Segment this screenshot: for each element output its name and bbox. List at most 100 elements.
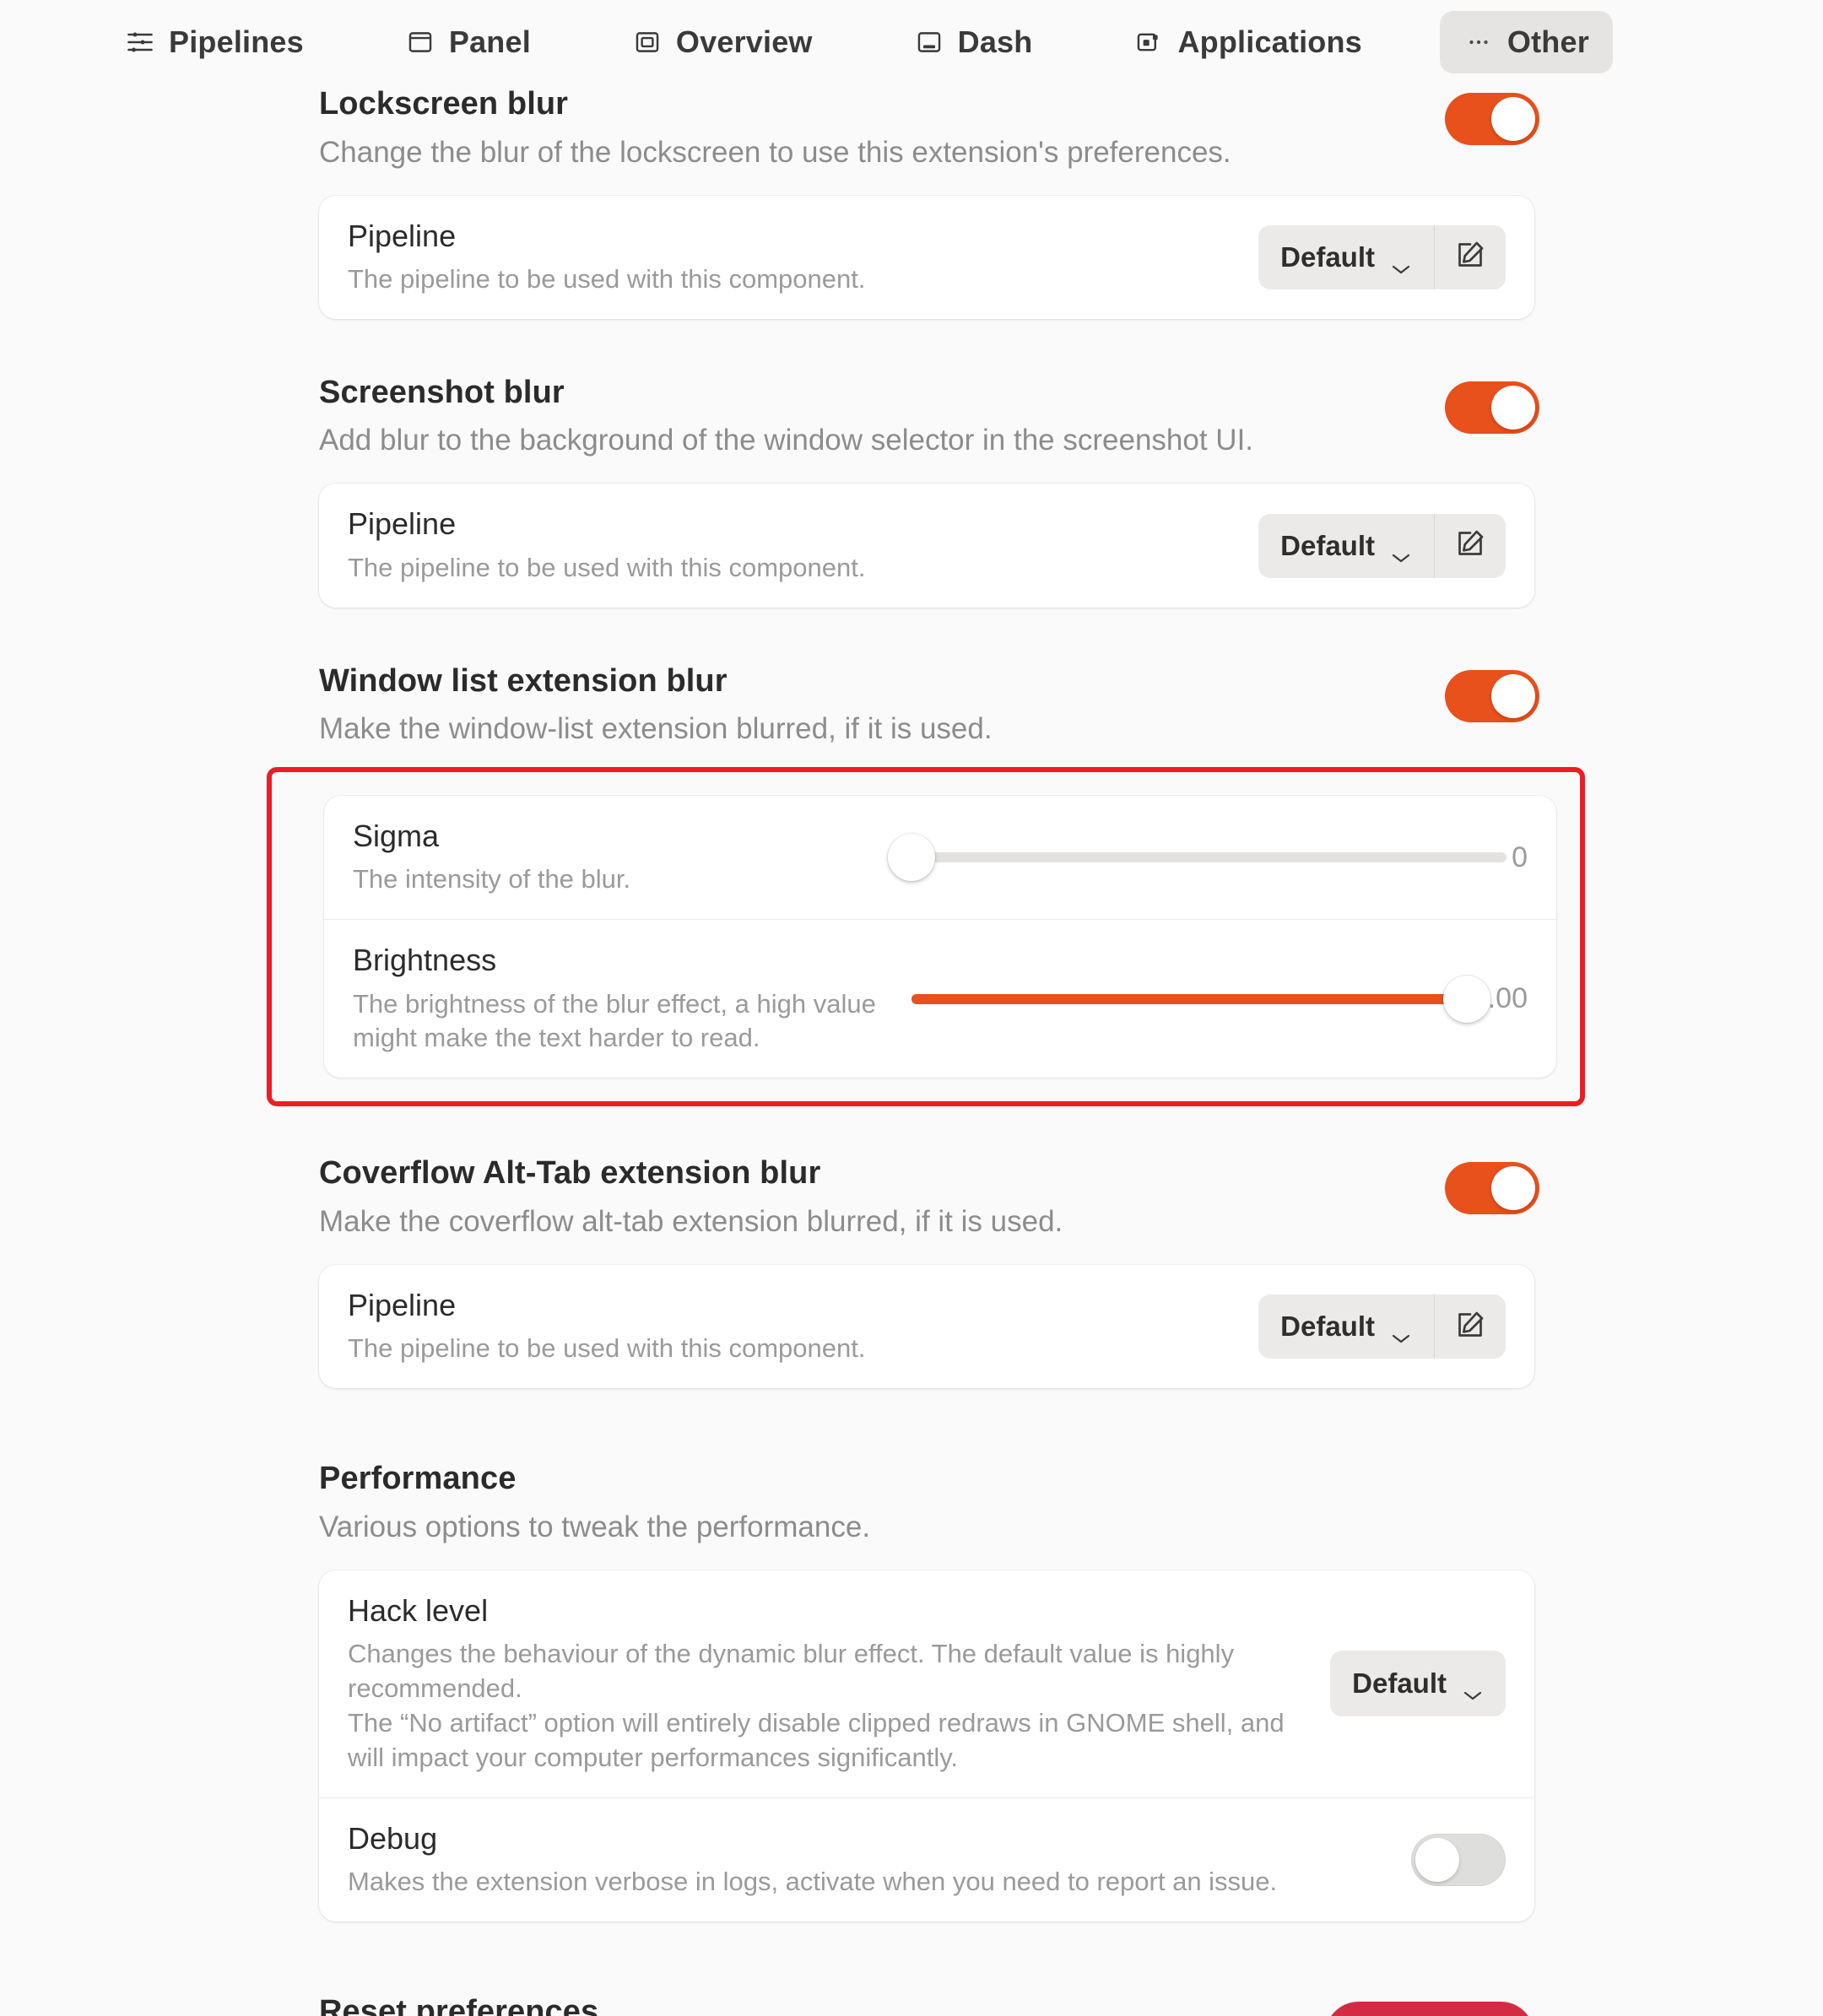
sigma-slider-thumb[interactable] — [888, 834, 935, 882]
dash-icon — [914, 27, 944, 57]
sigma-title: Sigma — [353, 819, 440, 854]
lockscreen-title: Lockscreen blur — [319, 86, 569, 122]
coverflow-title: Coverflow Alt-Tab extension blur — [319, 1155, 821, 1192]
lockscreen-subtitle: Change the blur of the lockscreen to use… — [319, 135, 1231, 169]
brightness-row: Brightness The brightness of the blur ef… — [324, 919, 1556, 1078]
lockscreen-header: Lockscreen blur Change the blur of the l… — [319, 84, 1539, 170]
tab-overview[interactable]: Overview — [609, 11, 836, 73]
screenshot-pipeline-dropdown[interactable]: Default — [1258, 514, 1434, 578]
hack-level-subtitle: Changes the behaviour of the dynamic blu… — [348, 1639, 1285, 1772]
sliders-icon — [125, 27, 155, 57]
sigma-row: Sigma The intensity of the blur. 0 — [324, 796, 1556, 919]
screenshot-pipeline-value: Default — [1280, 529, 1375, 561]
performance-title: Performance — [319, 1461, 517, 1497]
lockscreen-pipeline-dropdown[interactable]: Default — [1258, 225, 1434, 289]
screenshot-card: Pipeline The pipeline to be used with th… — [319, 484, 1534, 608]
edit-icon — [1453, 1308, 1487, 1346]
pipeline-title: Pipeline — [348, 506, 457, 542]
screenshot-title: Screenshot blur — [319, 374, 565, 410]
edit-icon — [1453, 527, 1487, 565]
coverflow-blur-toggle[interactable] — [1445, 1162, 1539, 1215]
hack-level-dropdown[interactable]: Default — [1330, 1651, 1506, 1717]
pipeline-subtitle: The pipeline to be used with this compon… — [348, 1333, 866, 1364]
chevron-down-icon — [1390, 1320, 1412, 1343]
window-list-card: Sigma The intensity of the blur. 0 Brigh… — [324, 796, 1556, 1078]
sigma-slider-wrap: 0 — [888, 830, 1528, 884]
coverflow-pipeline-dropdown[interactable]: Default — [1258, 1294, 1434, 1359]
coverflow-pipeline-edit-button[interactable] — [1435, 1294, 1506, 1359]
window-list-subtitle: Make the window-list extension blurred, … — [319, 712, 993, 746]
sigma-subtitle: The intensity of the blur. — [353, 864, 631, 894]
section-performance: Performance Various options to tweak the… — [319, 1459, 1534, 1921]
ellipsis-icon — [1463, 27, 1494, 57]
debug-row: Debug Makes the extension verbose in log… — [319, 1797, 1534, 1921]
screenshot-pipeline-edit-button[interactable] — [1435, 514, 1506, 578]
tab-dash[interactable]: Dash — [890, 11, 1057, 73]
coverflow-pipeline-row: Pipeline The pipeline to be used with th… — [319, 1265, 1534, 1388]
section-coverflow-blur: Coverflow Alt-Tab extension blur Make th… — [319, 1154, 1539, 1389]
brightness-slider-fill — [912, 993, 1467, 1004]
reset-header: Reset preferences Resets preferences of … — [319, 1992, 1534, 2016]
screenshot-subtitle: Add blur to the background of the window… — [319, 424, 1254, 457]
coverflow-header: Coverflow Alt-Tab extension blur Make th… — [319, 1154, 1539, 1240]
tab-dash-label: Dash — [957, 24, 1033, 59]
coverflow-card: Pipeline The pipeline to be used with th… — [319, 1265, 1534, 1389]
brightness-title: Brightness — [353, 943, 497, 978]
highlight-annotation: Sigma The intensity of the blur. 0 Brigh… — [267, 767, 1585, 1107]
performance-header: Performance Various options to tweak the… — [319, 1459, 1534, 1545]
brightness-slider[interactable] — [912, 972, 1490, 1026]
pipeline-subtitle: The pipeline to be used with this compon… — [348, 263, 866, 294]
panel-icon — [405, 27, 435, 57]
section-window-list-blur: Window list extension blur Make the wind… — [267, 662, 1585, 1107]
applications-icon — [1133, 27, 1164, 57]
window-list-header: Window list extension blur Make the wind… — [319, 662, 1539, 748]
sigma-slider-track — [912, 852, 1507, 863]
coverflow-pipeline-controls: Default — [1258, 1294, 1506, 1359]
pipeline-title: Pipeline — [348, 1288, 457, 1323]
hack-level-value: Default — [1352, 1667, 1447, 1700]
section-screenshot-blur: Screenshot blur Add blur to the backgrou… — [319, 373, 1539, 608]
lockscreen-blur-toggle[interactable] — [1445, 93, 1539, 145]
section-lockscreen-blur: Lockscreen blur Change the blur of the l… — [319, 84, 1539, 319]
hack-level-row: Hack level Changes the behaviour of the … — [319, 1570, 1534, 1797]
window-list-title: Window list extension blur — [319, 662, 728, 699]
section-reset-preferences: Reset preferences Resets preferences of … — [319, 1992, 1534, 2016]
edit-icon — [1453, 238, 1487, 276]
tab-panel[interactable]: Panel — [381, 11, 554, 73]
screenshot-blur-toggle[interactable] — [1445, 381, 1539, 434]
overview-icon — [632, 27, 663, 57]
coverflow-pipeline-value: Default — [1280, 1311, 1375, 1343]
tab-other-label: Other — [1507, 24, 1589, 59]
tab-applications[interactable]: Applications — [1110, 11, 1385, 73]
preferences-content: Lockscreen blur Change the blur of the l… — [0, 84, 1823, 2016]
sigma-value: 0 — [1512, 840, 1528, 873]
tab-pipelines[interactable]: Pipelines — [101, 11, 327, 73]
tab-panel-label: Panel — [448, 24, 531, 59]
reset-button[interactable]: Reset — [1324, 2001, 1534, 2016]
lockscreen-pipeline-edit-button[interactable] — [1435, 225, 1506, 289]
hack-level-title: Hack level — [348, 1592, 489, 1628]
chevron-down-icon — [1390, 251, 1412, 273]
lockscreen-card: Pipeline The pipeline to be used with th… — [319, 195, 1534, 319]
chevron-down-icon — [1390, 539, 1412, 562]
performance-subtitle: Various options to tweak the performance… — [319, 1510, 871, 1543]
screenshot-pipeline-row: Pipeline The pipeline to be used with th… — [319, 484, 1534, 607]
debug-toggle[interactable] — [1411, 1833, 1506, 1886]
lockscreen-pipeline-controls: Default — [1258, 224, 1506, 289]
lockscreen-pipeline-value: Default — [1280, 241, 1375, 273]
screenshot-header: Screenshot blur Add blur to the backgrou… — [319, 373, 1539, 459]
tab-applications-label: Applications — [1177, 24, 1362, 59]
brightness-subtitle: The brightness of the blur effect, a hig… — [353, 988, 876, 1053]
brightness-slider-thumb[interactable] — [1442, 975, 1490, 1023]
screenshot-pipeline-controls: Default — [1258, 513, 1506, 578]
lockscreen-pipeline-row: Pipeline The pipeline to be used with th… — [319, 196, 1534, 319]
debug-subtitle: Makes the extension verbose in logs, act… — [348, 1866, 1278, 1896]
pipeline-title: Pipeline — [348, 218, 457, 253]
brightness-slider-wrap: 1.00 — [912, 972, 1528, 1026]
sigma-slider[interactable] — [888, 830, 1507, 884]
tab-other[interactable]: Other — [1439, 11, 1613, 73]
window-list-blur-toggle[interactable] — [1445, 669, 1539, 722]
reset-title: Reset preferences — [319, 1993, 599, 2016]
tab-pipelines-label: Pipelines — [169, 24, 304, 59]
debug-title: Debug — [348, 1820, 438, 1856]
